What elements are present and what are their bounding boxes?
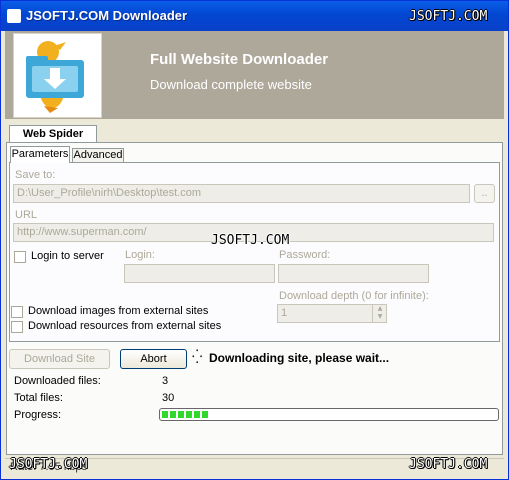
spin-down-icon[interactable]: ▼ bbox=[378, 313, 383, 320]
download-progress-bar bbox=[159, 408, 499, 421]
download-site-button[interactable]: Download Site bbox=[9, 349, 110, 369]
ext-images-checkbox[interactable] bbox=[11, 306, 23, 318]
tab-advanced[interactable]: Advanced bbox=[72, 148, 124, 163]
depth-stepper[interactable]: 1 bbox=[277, 304, 387, 323]
window-title: JSOFTJ.COM Downloader bbox=[26, 8, 188, 23]
progress-segment bbox=[162, 411, 168, 418]
url-label: URL bbox=[15, 209, 38, 221]
depth-spin-buttons[interactable]: ▲ ▼ bbox=[372, 305, 387, 322]
app-window: JSOFTJ.COM Downloader JSOFTJ.COM Full We… bbox=[0, 0, 509, 480]
progress-segment bbox=[186, 411, 192, 418]
progress-segment bbox=[178, 411, 184, 418]
ext-resources-label: Download resources from external sites bbox=[28, 320, 222, 332]
total-files-value: 30 bbox=[162, 392, 175, 404]
app-name: Full Website Downloader bbox=[150, 51, 329, 68]
progress-segment bbox=[170, 411, 176, 418]
tab-parameters[interactable]: Parameters bbox=[10, 146, 70, 163]
app-icon bbox=[7, 9, 21, 23]
save-to-field[interactable]: D:\User_Profile\nirh\Desktop\test.com bbox=[13, 184, 470, 203]
downloaded-files-value: 3 bbox=[162, 375, 169, 387]
progress-label: Progress: bbox=[14, 409, 62, 421]
watermark-bottom-right: JSOFTJ.COM bbox=[409, 457, 488, 472]
app-subtitle: Download complete website bbox=[150, 77, 312, 92]
app-logo bbox=[13, 33, 102, 118]
depth-label: Download depth (0 for infinite): bbox=[279, 290, 429, 302]
progress-segment bbox=[202, 411, 208, 418]
login-server-checkbox[interactable] bbox=[14, 251, 26, 263]
abort-button[interactable]: Abort bbox=[120, 349, 187, 369]
watermark-bottom-left: JSOFTJ.COM bbox=[9, 457, 88, 472]
app-header: Full Website Downloader Download complet… bbox=[5, 31, 504, 119]
password-label: Password: bbox=[279, 249, 331, 261]
spin-up-icon[interactable]: ▲ bbox=[378, 305, 383, 312]
browse-button[interactable]: .. bbox=[474, 184, 495, 203]
progress-fill bbox=[162, 411, 208, 418]
password-field[interactable] bbox=[278, 264, 429, 283]
download-status-text: Downloading site, please wait... bbox=[209, 351, 390, 365]
ext-resources-checkbox[interactable] bbox=[11, 321, 23, 333]
login-label: Login: bbox=[125, 249, 155, 261]
downloaded-files-label: Downloaded files: bbox=[14, 375, 101, 387]
tab-web-spider[interactable]: Web Spider bbox=[9, 125, 97, 143]
total-files-label: Total files: bbox=[14, 392, 63, 404]
watermark-top-right: JSOFTJ.COM bbox=[409, 9, 488, 24]
watermark-center: JSOFTJ.COM bbox=[211, 233, 290, 248]
spinner-icon: ⁛ bbox=[192, 350, 203, 365]
save-to-label: Save to: bbox=[15, 169, 56, 181]
login-field[interactable] bbox=[124, 264, 275, 283]
login-server-label: Login to server bbox=[31, 250, 104, 262]
ext-images-label: Download images from external sites bbox=[28, 305, 209, 317]
progress-segment bbox=[194, 411, 200, 418]
